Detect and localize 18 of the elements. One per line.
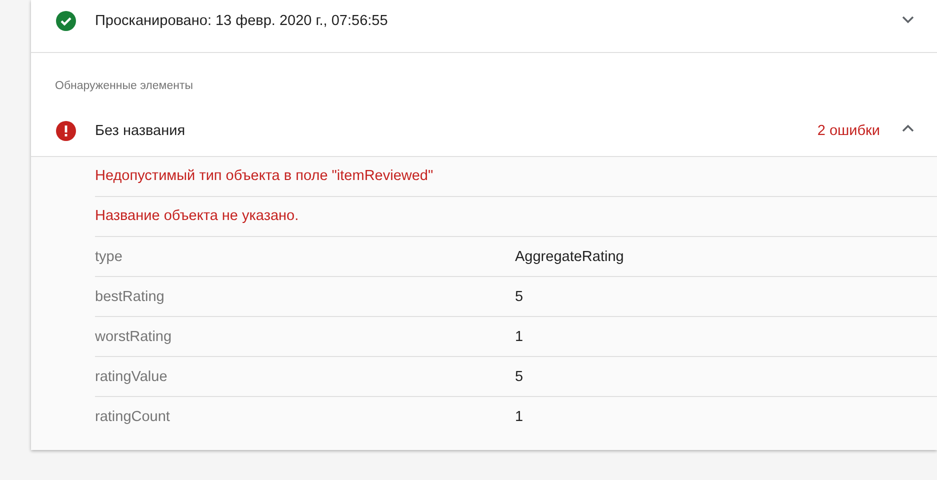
property-name: ratingValue [95, 368, 168, 384]
property-name: ratingCount [95, 408, 171, 424]
property-value: 1 [515, 328, 524, 344]
check-circle-icon [56, 11, 76, 31]
error-count: 2 ошибки [817, 123, 880, 139]
property-value: 1 [515, 408, 524, 424]
error-message: Недопустимый тип объекта в поле "itemReviewed" [95, 157, 937, 197]
property-name: bestRating [95, 288, 166, 304]
error-message: Название объекта не указано. [95, 197, 937, 237]
property-value: 5 [515, 288, 524, 304]
property-value: 5 [515, 368, 524, 384]
error-icon [56, 121, 76, 141]
property-name: worstRating [95, 328, 173, 344]
property-name: type [95, 248, 124, 264]
section-heading: Обнаруженные элементы [54, 79, 194, 94]
item-title: Без названия [95, 123, 186, 139]
property-value: AggregateRating [515, 248, 625, 264]
crawl-date: Просканировано: 13 февр. 2020 г., 07:56:55 [95, 13, 389, 29]
